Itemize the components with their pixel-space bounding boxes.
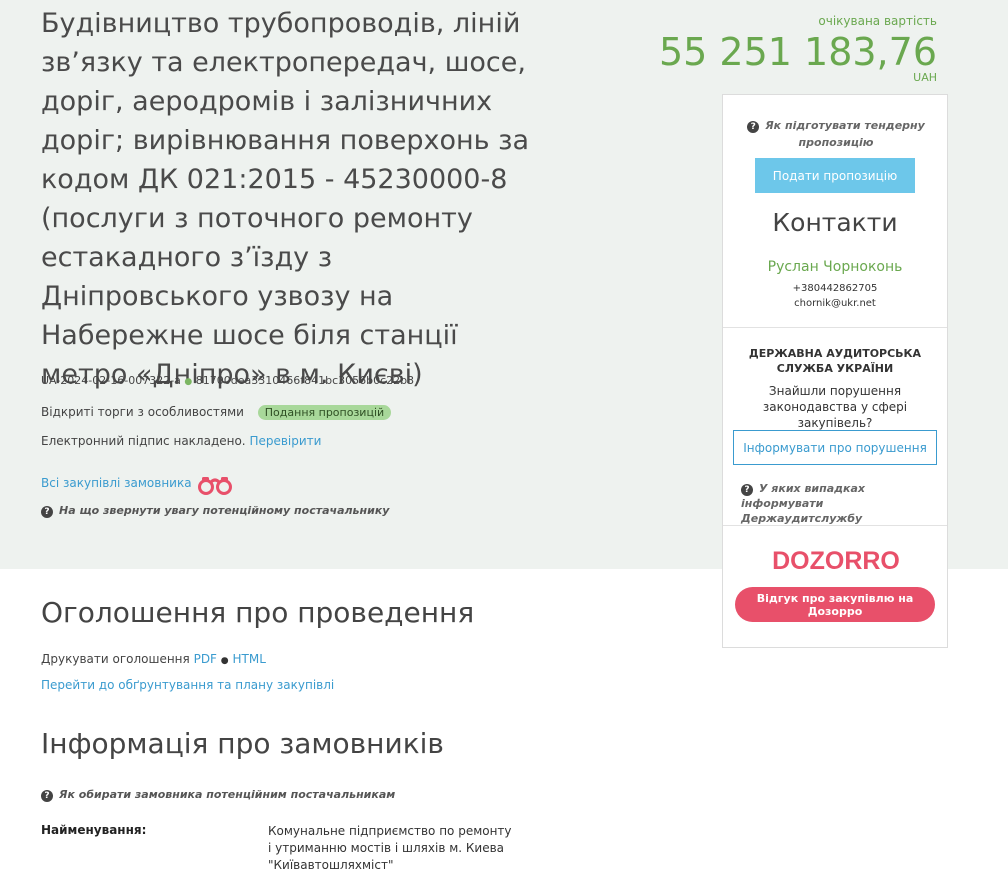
audit-service-text: Знайшли порушення законодавства у сфері …	[762, 384, 908, 430]
procedure-line: Відкриті торги з особливостями Подання п…	[41, 405, 392, 420]
question-circle-icon: ?	[747, 121, 760, 133]
tender-title: Будівництво трубопроводів, ліній зв’язку…	[41, 8, 530, 390]
sidebar-panel: ? Як підготувати тендерну пропозицію Пода…	[722, 94, 948, 648]
dozorro-logo-text: DOZORRO	[772, 547, 900, 575]
tender-hash: 81700dea3310466f841bc3056b0c22b3	[195, 374, 415, 387]
print-separator: ●	[220, 656, 229, 666]
customer-name-value: Комунальне підприємство по ремонту і утр…	[268, 824, 512, 872]
question-circle-icon: ?	[41, 506, 53, 518]
print-announcement-line: Друкувати оголошення PDF ● HTML	[41, 652, 266, 666]
customer-choice-hint-text: Як обирати замовника потенційним постача…	[59, 788, 396, 801]
all-customer-purchases-link[interactable]: Всі закупівлі замовника	[41, 476, 192, 490]
contact-email: chornik@ukr.net	[794, 298, 876, 309]
print-html-link[interactable]: HTML	[232, 652, 265, 666]
audit-hint[interactable]: ? У яких випадках інформувати Держаудитсл…	[741, 481, 937, 526]
status-badge: Подання пропозицій	[257, 405, 392, 420]
announcement-title: Оголошення про проведення	[41, 596, 475, 629]
tender-id: UA-2024-02-16-007322-a	[41, 374, 181, 387]
verify-signature-link[interactable]: Перевірити	[249, 434, 321, 448]
procurement-plan-link[interactable]: Перейти до обґрунтування та плану закупі…	[41, 678, 334, 692]
audit-hint-text: У яких випадках інформувати Держаудитслу…	[741, 482, 866, 525]
supplier-hint-text: На що звернути увагу потенційному постач…	[59, 504, 390, 517]
binoculars-icon[interactable]	[196, 474, 234, 496]
submit-proposal-button[interactable]: Подати пропозицію	[755, 158, 915, 193]
report-violation-button[interactable]: Інформувати про порушення	[733, 430, 937, 465]
question-circle-icon: ?	[41, 790, 53, 802]
customer-name-label: Найменування:	[41, 823, 147, 837]
audit-service-title: ДЕРЖАВНА АУДИТОРСЬКА СЛУЖБА УКРАЇНИ	[748, 347, 922, 375]
expected-price-amount: 55 251 183,76	[658, 30, 937, 74]
dozorro-feedback-button[interactable]: Відгук про закупівлю на Дозорро	[735, 587, 935, 622]
customer-choice-hint[interactable]: ? Як обирати замовника потенційним постач…	[41, 788, 395, 802]
expected-price-label: очікувана вартість	[818, 14, 937, 28]
contact-name: Руслан Чорноконь	[767, 259, 903, 275]
contact-phone: +380442862705	[792, 283, 878, 294]
tender-id-line: UA-2024-02-16-007322-a ● 81700dea3310466…	[41, 374, 414, 387]
id-separator: ●	[184, 377, 193, 387]
signature-text: Електронний підпис накладено.	[41, 434, 246, 448]
sidebar-divider	[723, 327, 947, 328]
tender-prep-hint-text: Як підготувати тендерну пропозицію	[765, 119, 925, 149]
tender-prep-hint[interactable]: ? Як підготувати тендерну пропозицію	[743, 117, 929, 151]
sidebar-divider	[723, 525, 947, 526]
print-label: Друкувати оголошення	[41, 652, 190, 666]
signature-line: Електронний підпис накладено. Перевірити	[41, 434, 321, 448]
supplier-hint[interactable]: ? На що звернути увагу потенційному поста…	[41, 504, 389, 518]
price-currency: UAH	[913, 71, 937, 84]
print-pdf-link[interactable]: PDF	[194, 652, 217, 666]
question-circle-icon: ?	[741, 484, 753, 496]
customer-info-title: Інформація про замовників	[41, 727, 444, 760]
contacts-title: Контакти	[772, 208, 898, 237]
procedure-type: Відкриті торги з особливостями	[41, 405, 244, 419]
dozorro-logo: DOZORRO	[772, 547, 900, 575]
